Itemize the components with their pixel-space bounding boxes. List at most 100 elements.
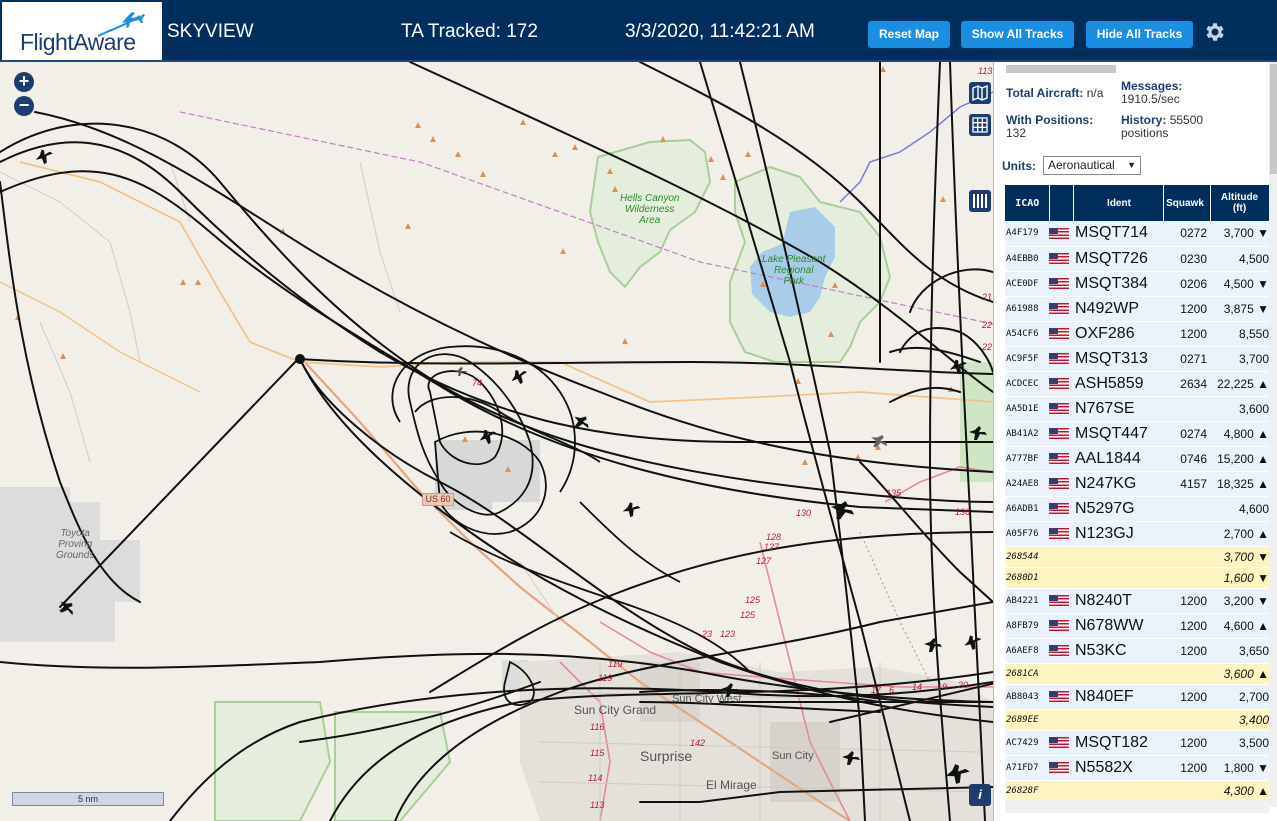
- aircraft-row[interactable]: A61988 N492WP 1200 3,875 ▼: [1005, 296, 1271, 322]
- road-number: 130: [796, 508, 812, 518]
- aircraft-row[interactable]: AB4221 N8240T 1200 3,200 ▼: [1005, 588, 1271, 614]
- zoom-in-button[interactable]: +: [14, 72, 34, 92]
- history-stat: History: 55500 positions: [1121, 114, 1203, 140]
- aircraft-row[interactable]: A71FD7 N5582X 1200 1,800 ▼: [1005, 755, 1271, 781]
- altitude-cell: 4,600: [1210, 496, 1271, 522]
- aircraft-row[interactable]: AA5D1E N767SE 3,600: [1005, 396, 1271, 422]
- aircraft-row[interactable]: A05F76 N123GJ 2,700 ▲: [1005, 521, 1271, 547]
- road-number: 135: [886, 488, 902, 498]
- aircraft-row[interactable]: A54CF6 OXF286 1200 8,550: [1005, 321, 1271, 347]
- aircraft-row[interactable]: AB41A2 MSQT447 0274 4,800 ▲: [1005, 421, 1271, 447]
- aircraft-row[interactable]: A777BF AAL1844 0746 15,200 ▲: [1005, 446, 1271, 472]
- aircraft-row[interactable]: ACE0DF MSQT384 0206 4,500 ▼: [1005, 271, 1271, 297]
- ident-cell: MSQT447: [1073, 421, 1163, 447]
- range-rings-button[interactable]: [969, 114, 991, 136]
- units-select-value: Aeronautical: [1048, 158, 1115, 172]
- flag-cell: [1049, 271, 1073, 297]
- squawk-cell: [1163, 396, 1210, 422]
- aircraft-row[interactable]: A6AEF8 N53KC 1200 3,650: [1005, 638, 1271, 664]
- flag-cell: [1049, 346, 1073, 372]
- table-scroll-thumb[interactable]: [1006, 65, 1116, 73]
- aircraft-row[interactable]: 2689EE 3,400: [1005, 709, 1271, 731]
- ident-cell: N247KG: [1073, 471, 1163, 497]
- zoom-out-button[interactable]: −: [14, 96, 34, 116]
- ident-cell: N767SE: [1073, 396, 1163, 422]
- aircraft-row[interactable]: A24AE8 N247KG 4157 18,325 ▲: [1005, 471, 1271, 497]
- place-label-line: Hells Canyon: [620, 193, 680, 204]
- messages-stat: Messages: 1910.5/sec: [1121, 80, 1182, 106]
- aircraft-row[interactable]: A4F179 MSQT714 0272 3,700 ▼: [1005, 221, 1271, 247]
- column-altitude-unit: (ft): [1232, 203, 1247, 214]
- tracked-count: TA Tracked: 172: [401, 21, 538, 42]
- stat-label: History:: [1121, 113, 1167, 127]
- us-flag-icon: [1049, 352, 1069, 364]
- road-number: 127: [764, 542, 780, 552]
- aircraft-row[interactable]: A4EBB0 MSQT726 0230 4,500: [1005, 246, 1271, 272]
- squawk-cell: 1200: [1163, 638, 1210, 664]
- table-horizontal-scrollbar[interactable]: [1005, 799, 1269, 813]
- column-altitude[interactable]: Altitude (ft): [1210, 185, 1272, 221]
- altitude-cell: 8,550: [1210, 321, 1271, 347]
- squawk-cell: [1163, 496, 1210, 522]
- aircraft-row[interactable]: A6ADB1 N5297G 4,600: [1005, 496, 1271, 522]
- toggle-sidebar-button[interactable]: [969, 190, 991, 212]
- hide-all-tracks-button[interactable]: Hide All Tracks: [1086, 21, 1193, 48]
- altitude-cell: 2,700: [1210, 684, 1271, 710]
- flight-map[interactable]: Toyota Proving Grounds Hells Canyon Wild…: [0, 62, 993, 821]
- ident-cell: N678WW: [1073, 613, 1163, 639]
- ident-cell: MSQT726: [1073, 246, 1163, 272]
- us-flag-icon: [1049, 227, 1069, 239]
- panel-scroll-thumb[interactable]: [1270, 64, 1277, 174]
- icao-cell: 2680D1: [1005, 567, 1049, 589]
- show-all-tracks-button[interactable]: Show All Tracks: [961, 21, 1074, 48]
- aircraft-table-body: A4F179 MSQT714 0272 3,700 ▼ A4EBB0 MSQT726 023…: [1005, 221, 1271, 802]
- icao-cell: 26828F: [1005, 780, 1049, 802]
- place-label-line: Area: [639, 215, 661, 226]
- road-number: 142: [690, 738, 706, 748]
- road-number: 136: [955, 507, 971, 517]
- us-flag-icon: [1049, 477, 1069, 489]
- icao-cell: 268544: [1005, 546, 1049, 568]
- stat-value: 1910.5/sec: [1121, 92, 1180, 106]
- reset-map-button[interactable]: Reset Map: [868, 21, 950, 48]
- place-el-mirage: El Mirage: [706, 778, 757, 792]
- altitude-cell: 18,325 ▲: [1210, 471, 1271, 497]
- us-flag-icon: [1049, 736, 1069, 748]
- us-flag-icon: [1049, 619, 1069, 631]
- aircraft-row[interactable]: 26828F 4,300 ▲: [1005, 780, 1271, 802]
- ident-cell: [1073, 663, 1163, 685]
- flag-cell: [1049, 521, 1073, 547]
- flag-cell: [1049, 396, 1073, 422]
- column-flag[interactable]: [1049, 185, 1074, 221]
- flag-cell: [1049, 613, 1073, 639]
- aircraft-row[interactable]: AC7429 MSQT182 1200 3,500: [1005, 730, 1271, 756]
- column-squawk[interactable]: Squawk: [1163, 185, 1211, 221]
- aircraft-row[interactable]: AC9F5F MSQT313 0271 3,700: [1005, 346, 1271, 372]
- aircraft-row[interactable]: A8FB79 N678WW 1200 4,600 ▲: [1005, 613, 1271, 639]
- icao-cell: A6AEF8: [1005, 638, 1049, 664]
- altitude-cell: 22,225 ▲: [1210, 371, 1271, 397]
- altitude-cell: 3,875 ▼: [1210, 296, 1271, 322]
- icao-cell: AC7429: [1005, 730, 1049, 756]
- map-layers-button[interactable]: [969, 82, 991, 104]
- info-button[interactable]: i: [969, 784, 991, 806]
- aircraft-panel: Total Aircraft: n/a With Positions: 132 …: [993, 62, 1277, 821]
- aircraft-row[interactable]: AB8043 N840EF 1200 2,700: [1005, 684, 1271, 710]
- icao-cell: AB41A2: [1005, 421, 1049, 447]
- icao-cell: ACE0DF: [1005, 271, 1049, 297]
- gear-icon[interactable]: [1203, 20, 1227, 44]
- aircraft-row[interactable]: 268544 3,700 ▼: [1005, 546, 1271, 568]
- road-number: 20: [958, 680, 969, 690]
- column-ident[interactable]: Ident: [1073, 185, 1164, 221]
- column-icao[interactable]: ICAO: [1005, 185, 1050, 221]
- aircraft-row[interactable]: 2680D1 1,600 ▼: [1005, 567, 1271, 589]
- stat-label: Total Aircraft:: [1006, 86, 1084, 100]
- altitude-cell: 2,700 ▲: [1210, 521, 1271, 547]
- aircraft-row[interactable]: ACDCEC ASH5859 2634 22,225 ▲: [1005, 371, 1271, 397]
- ident-cell: N5582X: [1073, 755, 1163, 781]
- aircraft-row[interactable]: 2681CA 3,600 ▲: [1005, 663, 1271, 685]
- flightaware-logo[interactable]: FlightAware: [2, 2, 162, 60]
- icao-cell: A4F179: [1005, 221, 1049, 247]
- units-select[interactable]: Aeronautical ▼: [1043, 156, 1141, 175]
- squawk-cell: 1200: [1163, 296, 1210, 322]
